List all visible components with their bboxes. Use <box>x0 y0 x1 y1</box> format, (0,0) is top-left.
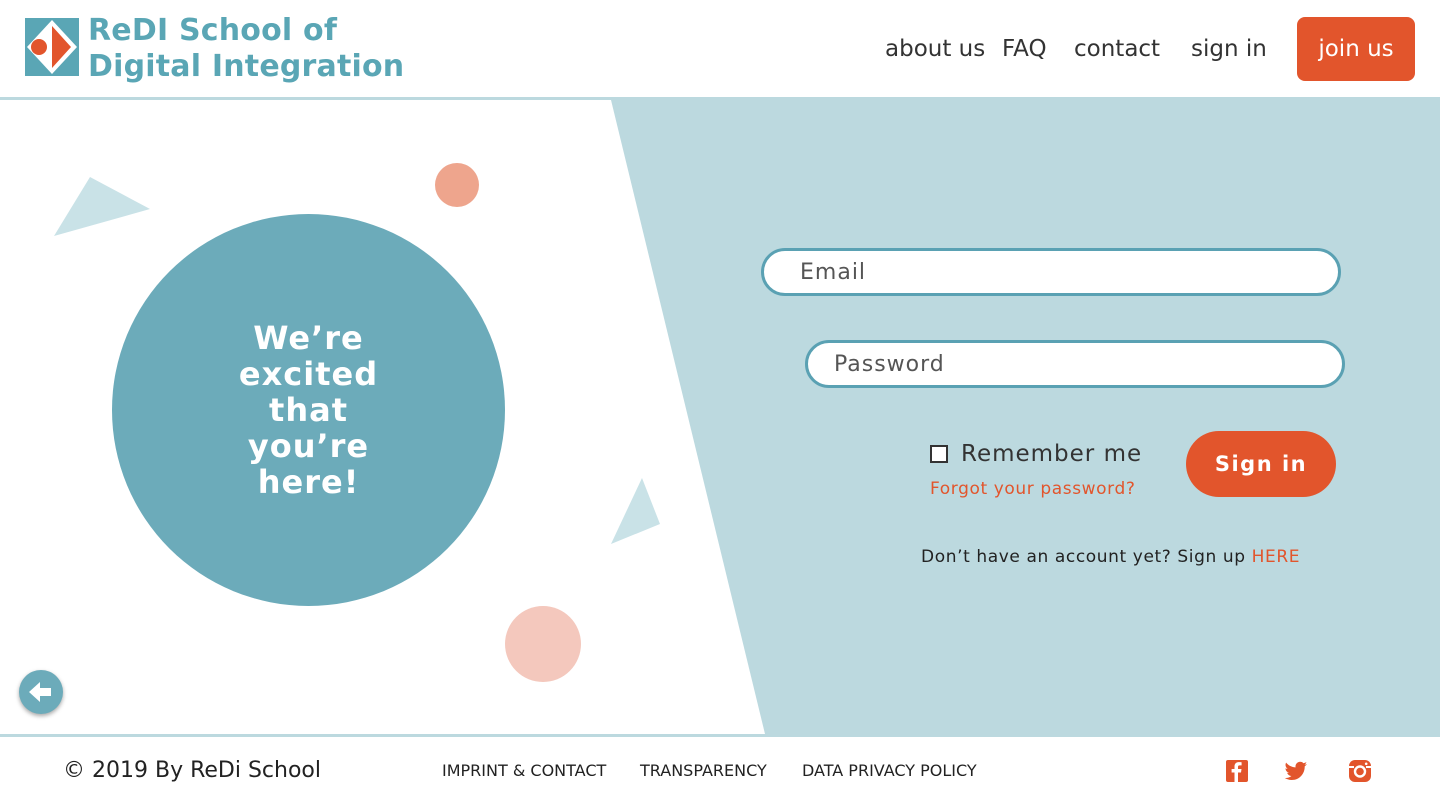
sign-in-button[interactable]: Sign in <box>1186 431 1336 497</box>
instagram-icon[interactable] <box>1348 759 1372 783</box>
logo-line-1: ReDI School of <box>88 13 338 48</box>
footer-transparency-link[interactable]: TRANSPARENCY <box>640 761 767 780</box>
signup-prompt-text: Don’t have an account yet? Sign up <box>921 547 1246 567</box>
footer-privacy-link[interactable]: DATA PRIVACY POLICY <box>802 761 977 780</box>
nav-faq[interactable]: FAQ <box>1002 36 1047 62</box>
nav-contact[interactable]: contact <box>1074 36 1160 62</box>
email-input[interactable] <box>764 251 1338 293</box>
footer-imprint-link[interactable]: IMPRINT & CONTACT <box>442 761 606 780</box>
site-logo[interactable]: ReDI School of Digital Integration <box>25 13 404 84</box>
logo-line-2: Digital Integration <box>88 49 405 84</box>
main-content: We’re excited that you’re here! Remember… <box>0 100 1440 734</box>
hero-message: We’re excited that you’re here! <box>238 319 379 501</box>
facebook-icon[interactable] <box>1225 759 1249 783</box>
back-button[interactable] <box>19 670 63 714</box>
hero-circle: We’re excited that you’re here! <box>112 214 505 606</box>
site-footer: © 2019 By ReDi School IMPRINT & CONTACT … <box>0 737 1440 800</box>
password-input[interactable] <box>808 343 1342 385</box>
decor-circle-orange <box>435 163 479 207</box>
password-field-wrapper <box>805 340 1345 388</box>
twitter-icon[interactable] <box>1284 759 1308 783</box>
signup-prompt: Don’t have an account yet? Sign up HERE <box>921 547 1300 567</box>
nav-sign-in[interactable]: sign in <box>1191 36 1267 62</box>
copyright-text: © 2019 By ReDi School <box>63 758 321 783</box>
signup-here-link[interactable]: HERE <box>1252 547 1300 567</box>
remember-me-label: Remember me <box>961 441 1143 467</box>
decor-triangle-mid <box>611 478 660 544</box>
remember-me-checkbox[interactable] <box>930 445 948 463</box>
logo-text: ReDI School of Digital Integration <box>88 13 404 85</box>
arrow-left-icon <box>29 682 51 702</box>
decor-circle-pink <box>505 606 581 682</box>
email-field-wrapper <box>761 248 1341 296</box>
site-header: ReDI School of Digital Integration about… <box>0 0 1440 97</box>
nav-about-us[interactable]: about us <box>885 36 985 62</box>
right-panel-background <box>611 100 1440 734</box>
decor-triangle-top-left <box>54 177 150 236</box>
forgot-password-link[interactable]: Forgot your password? <box>930 479 1136 499</box>
join-us-button[interactable]: join us <box>1297 17 1415 81</box>
redi-logo-icon <box>25 18 79 76</box>
